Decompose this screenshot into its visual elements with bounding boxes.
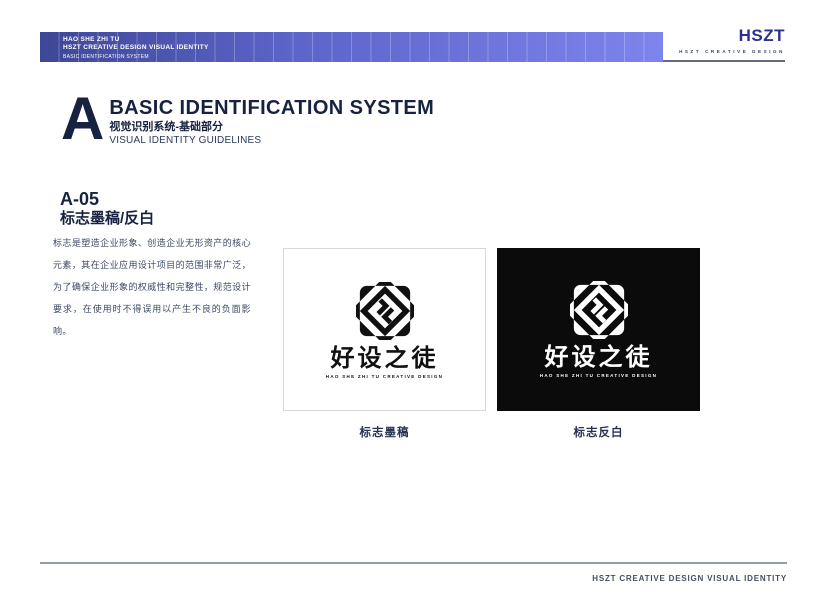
logotype-cn: 好设之徒 [544, 344, 653, 371]
header-bar-line3: BASIC IDENTIFICATION SYSTEM [63, 54, 149, 60]
chapter-title-texts: BASIC IDENTIFICATION SYSTEM 视觉识别系统-基础部分 … [109, 95, 434, 146]
header-bar-line1: HAO SHE ZHI TU [63, 36, 120, 43]
brand-tagline: HSZT CREATIVE DESIGN [679, 49, 785, 54]
specimen-reversed-box: 好设之徒 HAO SHE ZHI TU CREATIVE DESIGN [497, 248, 700, 411]
page-header: HAO SHE ZHI TU HSZT CREATIVE DESIGN VISU… [40, 0, 785, 62]
chapter-index-letter: A [61, 85, 104, 152]
header-bar-line2: HSZT CREATIVE DESIGN VISUAL IDENTITY [63, 44, 209, 51]
hszt-logo-mark-icon [569, 281, 628, 339]
logo-specimens: 好设之徒 HAO SHE ZHI TU CREATIVE DESIGN 好设之徒… [283, 248, 700, 411]
section-body-text: 标志是塑造企业形象、创造企业无形资产的核心元素，其在企业应用设计项目的范围非常广… [53, 238, 251, 336]
chapter-title-block: A BASIC IDENTIFICATION SYSTEM 视觉识别系统-基础部… [61, 85, 434, 152]
specimen-reversed-caption: 标志反白 [573, 427, 624, 439]
logotype-cn: 好设之徒 [330, 345, 439, 372]
specimen-ink-caption: 标志墨稿 [359, 427, 410, 439]
logotype-en: HAO SHE ZHI TU CREATIVE DESIGN [539, 373, 658, 378]
page-footer: HSZT CREATIVE DESIGN VISUAL IDENTITY [40, 562, 787, 586]
chapter-subtitle-cn: 视觉识别系统-基础部分 [109, 121, 224, 133]
chapter-title: BASIC IDENTIFICATION SYSTEM [109, 97, 435, 119]
footer-text: HSZT CREATIVE DESIGN VISUAL IDENTITY [592, 574, 787, 583]
brand-wordmark: HSZT [738, 26, 785, 45]
logotype-en: HAO SHE ZHI TU CREATIVE DESIGN [325, 374, 444, 379]
header-gradient-bar: HAO SHE ZHI TU HSZT CREATIVE DESIGN VISU… [40, 32, 663, 62]
section-code: A-05 [60, 189, 100, 209]
specimen-ink-box: 好设之徒 HAO SHE ZHI TU CREATIVE DESIGN [283, 248, 486, 411]
section-title: 标志墨稿/反白 [60, 210, 155, 227]
section-head: A-05 标志墨稿/反白 [60, 189, 155, 228]
specimen-captions: 标志墨稿 标志反白 [283, 424, 700, 440]
brand-block: HSZT HSZT CREATIVE DESIGN [679, 26, 785, 55]
hszt-logo-mark-icon [355, 282, 414, 340]
chapter-subtitle-en: VISUAL IDENTITY GUIDELINES [109, 135, 262, 146]
